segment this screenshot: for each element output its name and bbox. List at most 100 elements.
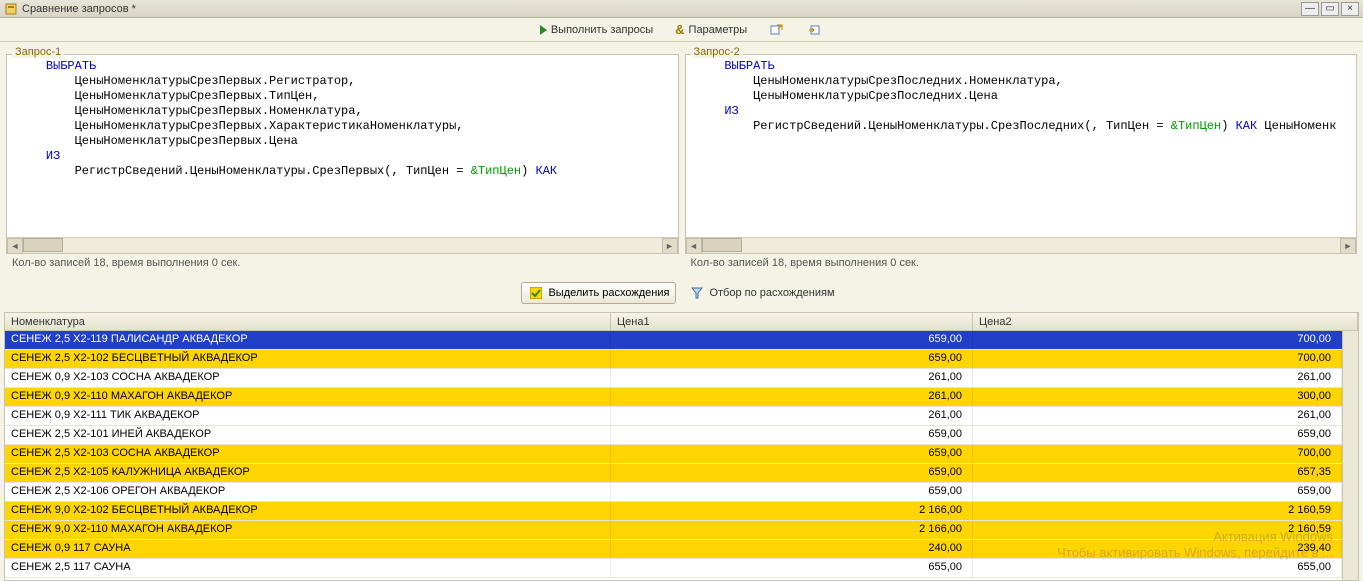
cell-name: СЕНЕЖ 2,5 Х2-106 ОРЕГОН АКВАДЕКОР: [5, 483, 611, 501]
scroll-right-icon[interactable]: ►: [662, 238, 678, 254]
window-controls: — ▭ ×: [1301, 2, 1359, 16]
table-row[interactable]: СЕНЕЖ 9,0 Х2-110 МАХАГОН АКВАДЕКОР2 166,…: [5, 521, 1342, 540]
cell-price1: 2 166,00: [611, 502, 973, 520]
col-header-price2[interactable]: Цена2: [973, 313, 1358, 330]
query1-hscroll[interactable]: ◄ ►: [7, 237, 678, 253]
query2-code[interactable]: ВЫБРАТЬ ЦеныНоменклатурыСрезПоследних.Но…: [686, 55, 1357, 237]
cell-price1: 240,00: [611, 540, 973, 558]
cell-price1: 659,00: [611, 350, 973, 368]
table-header: Номенклатура Цена1 Цена2: [5, 313, 1358, 331]
cell-name: СЕНЕЖ 9,0 Х2-102 БЕСЦВЕТНЫЙ АКВАДЕКОР: [5, 502, 611, 520]
cell-price1: 261,00: [611, 407, 973, 425]
app-icon: [4, 2, 18, 16]
cell-price2: 655,00: [973, 559, 1342, 577]
close-button[interactable]: ×: [1341, 2, 1359, 16]
cell-name: СЕНЕЖ 9,0 Х2-110 МАХАГОН АКВАДЕКОР: [5, 521, 611, 539]
run-queries-button[interactable]: Выполнить запросы: [533, 21, 660, 39]
cell-name: СЕНЕЖ 2,5 Х2-102 БЕСЦВЕТНЫЙ АКВАДЕКОР: [5, 350, 611, 368]
query2-hscroll[interactable]: ◄ ►: [686, 237, 1357, 253]
cell-name: СЕНЕЖ 0,9 Х2-110 МАХАГОН АКВАДЕКОР: [5, 388, 611, 406]
scroll-right-icon[interactable]: ►: [1340, 238, 1356, 254]
cell-name: СЕНЕЖ 0,9 117 САУНА: [5, 540, 611, 558]
titlebar: Сравнение запросов * — ▭ ×: [0, 0, 1363, 18]
cell-price1: 655,00: [611, 559, 973, 577]
cell-price2: 700,00: [973, 331, 1342, 349]
query1-status: Кол-во записей 18, время выполнения 0 се…: [6, 254, 679, 272]
cell-price1: 659,00: [611, 445, 973, 463]
table-row[interactable]: СЕНЕЖ 0,9 Х2-111 ТИК АКВАДЕКОР261,00261,…: [5, 407, 1342, 426]
cell-price2: 700,00: [973, 445, 1342, 463]
play-icon: [540, 25, 547, 35]
result-table: Номенклатура Цена1 Цена2 СЕНЕЖ 2,5 Х2-11…: [4, 312, 1359, 581]
cell-price2: 657,35: [973, 464, 1342, 482]
cell-price2: 2 160,59: [973, 502, 1342, 520]
table-row[interactable]: СЕНЕЖ 9,0 Х2-102 БЕСЦВЕТНЫЙ АКВАДЕКОР2 1…: [5, 502, 1342, 521]
cell-price2: 2 160,59: [973, 521, 1342, 539]
scroll-left-icon[interactable]: ◄: [7, 238, 23, 254]
run-queries-label: Выполнить запросы: [551, 24, 653, 36]
tool-button-2[interactable]: [800, 19, 830, 41]
restore-button[interactable]: ▭: [1321, 2, 1339, 16]
cell-name: СЕНЕЖ 2,5 Х2-105 КАЛУЖНИЦА АКВАДЕКОР: [5, 464, 611, 482]
tool-icon-1: [769, 22, 785, 38]
tool-button-1[interactable]: [762, 19, 792, 41]
highlight-icon: [528, 285, 544, 301]
table-row[interactable]: СЕНЕЖ 2,5 Х2-105 КАЛУЖНИЦА АКВАДЕКОР659,…: [5, 464, 1342, 483]
table-row[interactable]: СЕНЕЖ 2,5 Х2-106 ОРЕГОН АКВАДЕКОР659,006…: [5, 483, 1342, 502]
cell-price2: 659,00: [973, 483, 1342, 501]
query2-panel: Запрос-2 ВЫБРАТЬ ЦеныНоменклатурыСрезПос…: [685, 48, 1358, 272]
table-row[interactable]: СЕНЕЖ 0,9 117 САУНА240,00239,40: [5, 540, 1342, 559]
cell-price2: 261,00: [973, 369, 1342, 387]
query1-code[interactable]: ВЫБРАТЬ ЦеныНоменклатурыСрезПервых.Регис…: [7, 55, 678, 237]
table-row[interactable]: СЕНЕЖ 2,5 Х2-101 ИНЕЙ АКВАДЕКОР659,00659…: [5, 426, 1342, 445]
cell-price2: 300,00: [973, 388, 1342, 406]
cell-price2: 659,00: [973, 426, 1342, 444]
cell-name: СЕНЕЖ 2,5 Х2-103 СОСНА АКВАДЕКОР: [5, 445, 611, 463]
cell-price1: 659,00: [611, 483, 973, 501]
params-label: Параметры: [689, 24, 748, 36]
table-row[interactable]: СЕНЕЖ 0,9 Х2-103 СОСНА АКВАДЕКОР261,0026…: [5, 369, 1342, 388]
table-body[interactable]: СЕНЕЖ 2,5 Х2-119 ПАЛИСАНДР АКВАДЕКОР659,…: [5, 331, 1342, 580]
window-title: Сравнение запросов *: [22, 3, 136, 15]
cell-price2: 239,40: [973, 540, 1342, 558]
cell-name: СЕНЕЖ 0,9 Х2-111 ТИК АКВАДЕКОР: [5, 407, 611, 425]
table-row[interactable]: СЕНЕЖ 2,5 Х2-119 ПАЛИСАНДР АКВАДЕКОР659,…: [5, 331, 1342, 350]
main-toolbar: Выполнить запросы & Параметры: [0, 18, 1363, 42]
table-vscroll[interactable]: [1342, 331, 1358, 580]
diff-toolbar: Выделить расхождения Отбор по расхождени…: [0, 278, 1363, 308]
col-header-price1[interactable]: Цена1: [611, 313, 973, 330]
cell-price1: 659,00: [611, 464, 973, 482]
query1-box: ВЫБРАТЬ ЦеныНоменклатурыСрезПервых.Регис…: [6, 54, 679, 254]
cell-price2: 261,00: [973, 407, 1342, 425]
query2-box: ВЫБРАТЬ ЦеныНоменклатурыСрезПоследних.Но…: [685, 54, 1358, 254]
cell-name: СЕНЕЖ 2,5 Х2-119 ПАЛИСАНДР АКВАДЕКОР: [5, 331, 611, 349]
query2-status: Кол-во записей 18, время выполнения 0 се…: [685, 254, 1358, 272]
cell-price1: 261,00: [611, 388, 973, 406]
cell-name: СЕНЕЖ 0,9 Х2-103 СОСНА АКВАДЕКОР: [5, 369, 611, 387]
highlight-diff-label: Выделить расхождения: [548, 287, 669, 299]
query1-panel: Запрос-1 ВЫБРАТЬ ЦеныНоменклатурыСрезПер…: [6, 48, 679, 272]
col-header-name[interactable]: Номенклатура: [5, 313, 611, 330]
scroll-left-icon[interactable]: ◄: [686, 238, 702, 254]
tool-icon-2: [807, 22, 823, 38]
table-row[interactable]: СЕНЕЖ 0,9 Х2-110 МАХАГОН АКВАДЕКОР261,00…: [5, 388, 1342, 407]
queries-area: Запрос-1 ВЫБРАТЬ ЦеныНоменклатурыСрезПер…: [0, 42, 1363, 278]
cell-price1: 659,00: [611, 426, 973, 444]
params-button[interactable]: & Параметры: [668, 19, 754, 40]
cell-price1: 2 166,00: [611, 521, 973, 539]
table-row[interactable]: СЕНЕЖ 2,5 Х2-102 БЕСЦВЕТНЫЙ АКВАДЕКОР659…: [5, 350, 1342, 369]
filter-diff-label: Отбор по расхождениям: [709, 287, 834, 299]
cell-price2: 700,00: [973, 350, 1342, 368]
cell-price1: 261,00: [611, 369, 973, 387]
minimize-button[interactable]: —: [1301, 2, 1319, 16]
filter-icon: [689, 285, 705, 301]
query1-label: Запрос-1: [12, 46, 64, 58]
filter-diff-button[interactable]: Отбор по расхождениям: [682, 282, 841, 304]
highlight-diff-button[interactable]: Выделить расхождения: [521, 282, 676, 304]
table-row[interactable]: СЕНЕЖ 2,5 117 САУНА655,00655,00: [5, 559, 1342, 578]
query2-label: Запрос-2: [691, 46, 743, 58]
cell-price1: 659,00: [611, 331, 973, 349]
amp-icon: &: [675, 22, 684, 37]
table-row[interactable]: СЕНЕЖ 2,5 Х2-103 СОСНА АКВАДЕКОР659,0070…: [5, 445, 1342, 464]
cell-name: СЕНЕЖ 2,5 Х2-101 ИНЕЙ АКВАДЕКОР: [5, 426, 611, 444]
